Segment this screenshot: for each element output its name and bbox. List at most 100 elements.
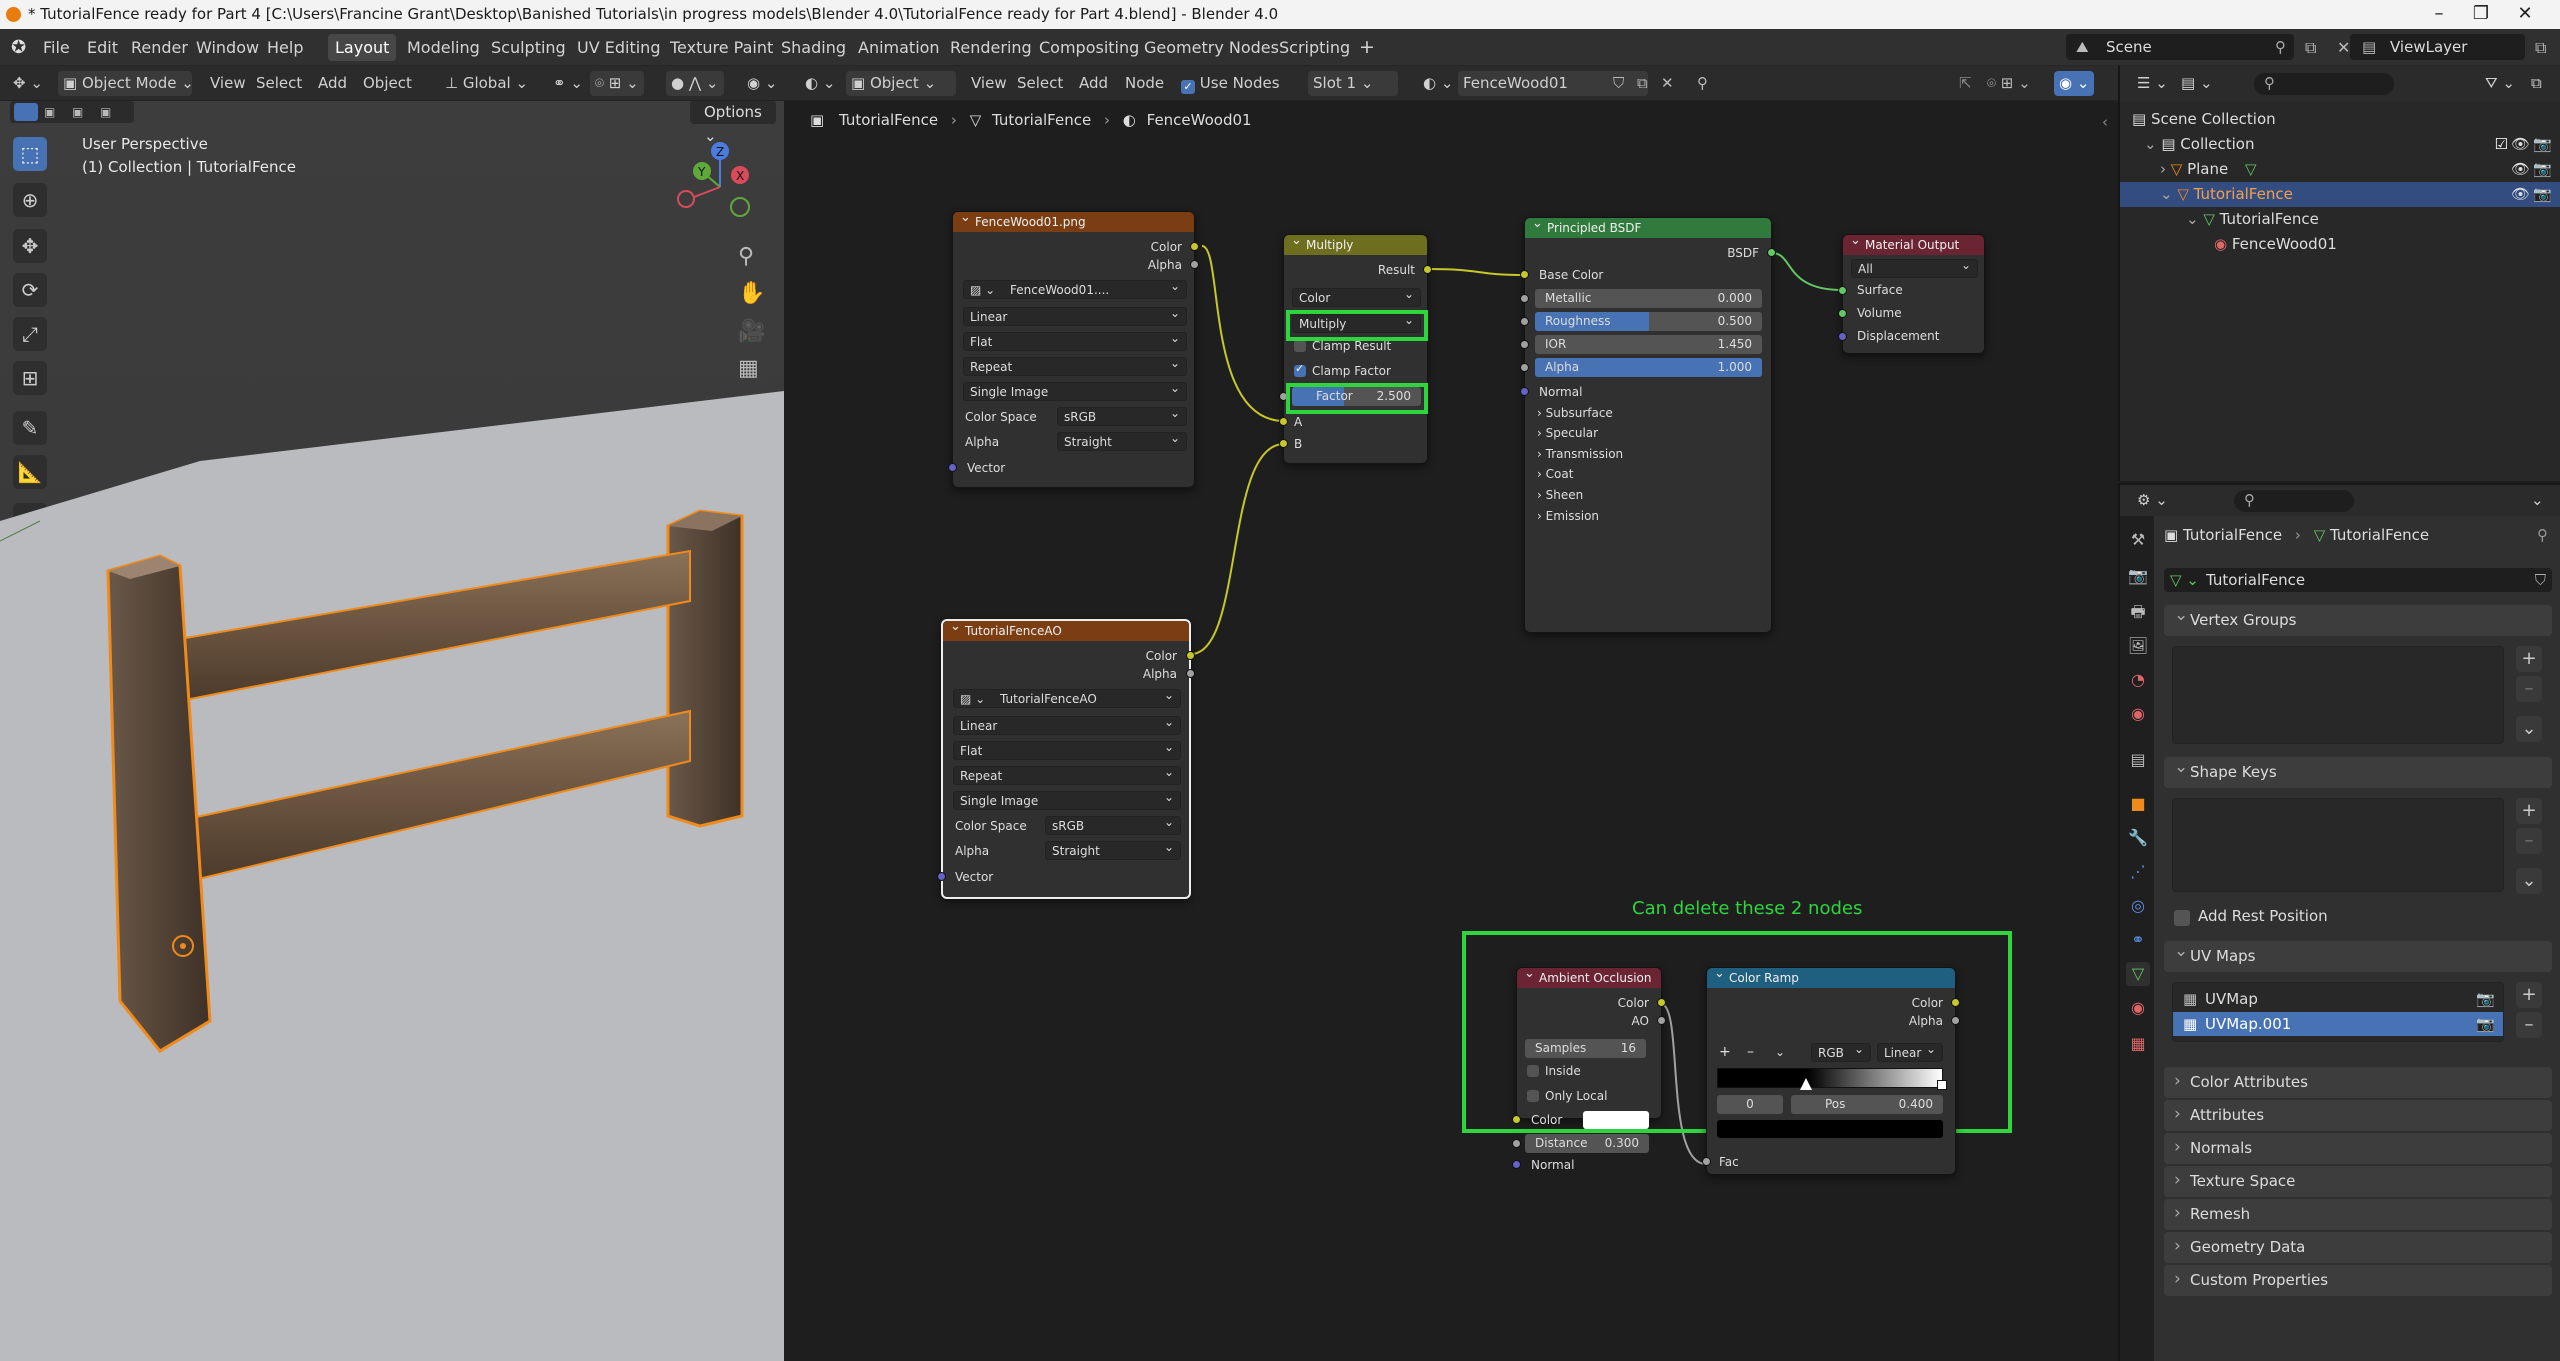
socket-vector-in[interactable] (948, 463, 957, 472)
eye-icon[interactable]: 👁 (2511, 157, 2530, 182)
camera-icon[interactable]: 📷 (2476, 987, 2495, 1011)
panel-custom-properties[interactable]: Custom Properties (2164, 1264, 2552, 1296)
tab-layout[interactable]: Layout (328, 34, 397, 61)
socket-color-out[interactable] (1951, 998, 1960, 1007)
filter-icon[interactable]: ⛛ ⌄ (2480, 71, 2520, 96)
physics-tab-icon[interactable]: ◎ (2126, 894, 2150, 918)
only-local-checkbox[interactable] (1527, 1090, 1539, 1102)
socket-bsdf-out[interactable] (1767, 248, 1776, 257)
node-header[interactable]: FenceWood01.png (953, 212, 1194, 232)
ior-field[interactable]: IOR 1.450 (1535, 335, 1762, 354)
viewport-menu-add[interactable]: Add (313, 71, 352, 96)
tab-rendering[interactable]: Rendering (943, 34, 1039, 61)
socket-color-in[interactable] (1512, 1115, 1521, 1124)
outliner-editor-type-icon[interactable]: ☰ ⌄ (2132, 71, 2173, 96)
display-mode-icon[interactable]: ▤ ⌄ (2176, 71, 2218, 96)
stop-color-swatch[interactable] (1717, 1120, 1943, 1138)
alpha-mode-dropdown[interactable]: Straight (1045, 841, 1181, 860)
orientation-dropdown[interactable]: ⊥ Global ⌄ (440, 71, 540, 96)
camera-icon[interactable]: 📷 (2533, 157, 2552, 182)
tab-shading[interactable]: Shading (774, 34, 853, 61)
socket-alpha-out[interactable] (1190, 260, 1199, 269)
pin-icon[interactable]: ⚲ (2275, 34, 2286, 60)
eye-icon[interactable]: 👁 (2511, 132, 2530, 157)
material-tab-icon[interactable]: ◉ (2126, 996, 2150, 1020)
vertex-groups-list[interactable] (2172, 646, 2504, 744)
close-icon[interactable]: ✕ (2506, 2, 2544, 26)
panel-color-attributes[interactable]: Color Attributes (2164, 1066, 2552, 1098)
fake-user-icon[interactable]: ⛉ (1608, 71, 1629, 96)
constraints-tab-icon[interactable]: ⚭ (2126, 928, 2150, 952)
interpolation-dropdown[interactable]: Linear (963, 307, 1187, 326)
outliner-item-tutorialfence[interactable]: ⌄ ▽ TutorialFence 👁 📷 (2120, 182, 2560, 207)
shape-key-menu-icon[interactable]: ⌄ (2516, 868, 2542, 894)
extension-dropdown[interactable]: Repeat (963, 357, 1187, 376)
texture-tab-icon[interactable]: ▦ (2126, 1032, 2150, 1056)
section-transmission[interactable]: › Transmission (1537, 445, 1623, 463)
panel-geometry-data[interactable]: Geometry Data (2164, 1231, 2552, 1263)
outliner-item-material[interactable]: ◉ FenceWood01 (2120, 232, 2560, 257)
tab-scripting[interactable]: Scripting (1272, 34, 1357, 61)
data-type-dropdown[interactable]: Color (1292, 288, 1421, 307)
socket-a-in[interactable] (1279, 417, 1288, 426)
material-browse-icon[interactable]: ◐ ⌄ (1418, 71, 1458, 96)
node-header[interactable]: Ambient Occlusion (1517, 968, 1661, 988)
pivot-icon[interactable]: ⚭ ⌄ (548, 71, 588, 96)
camera-icon[interactable]: 📷 (2476, 1012, 2495, 1036)
duplicate-material-icon[interactable]: ⧉ (1632, 71, 1653, 96)
data-tab-icon[interactable]: ▽ (2126, 962, 2150, 986)
use-nodes-toggle[interactable]: ✓ Use Nodes (1176, 71, 1285, 96)
new-collection-icon[interactable]: ⧉ (2526, 71, 2547, 96)
clamp-factor-checkbox[interactable] (1294, 362, 1306, 377)
node-ambient-occlusion[interactable]: Ambient Occlusion Color AO Samples 16 In… (1512, 967, 1666, 1172)
properties-editor-type-icon[interactable]: ⚙ ⌄ (2132, 488, 2173, 513)
menu-edit[interactable]: Edit (80, 34, 125, 61)
add-vertex-group-icon[interactable]: + (2516, 646, 2542, 672)
viewport-menu-view[interactable]: View (205, 71, 251, 96)
pin-material-icon[interactable]: ⚲ (1692, 71, 1713, 96)
socket-result-out[interactable] (1423, 265, 1432, 274)
socket-alpha-out[interactable] (1186, 669, 1195, 678)
node-image-texture-ao[interactable]: TutorialFenceAO Color Alpha ▨ ⌄ Tutorial… (937, 619, 1195, 899)
tab-compositing[interactable]: Compositing (1032, 34, 1146, 61)
node-header[interactable]: Principled BSDF (1525, 218, 1771, 238)
extension-dropdown[interactable]: Repeat (953, 766, 1181, 785)
section-coat[interactable]: › Coat (1537, 465, 1573, 483)
uv-map-item[interactable]: ▦ UVMap 📷 (2173, 987, 2503, 1011)
socket-surface-in[interactable] (1838, 286, 1847, 295)
socket-fac-in[interactable] (1702, 1157, 1711, 1166)
socket-normal-in[interactable] (1520, 387, 1529, 396)
projection-dropdown[interactable]: Flat (963, 332, 1187, 351)
view-layer-selector[interactable]: ▤ ViewLayer (2350, 34, 2525, 60)
tab-sculpting[interactable]: Sculpting (484, 34, 573, 61)
interpolation-dropdown[interactable]: Linear (953, 716, 1181, 735)
panel-attributes[interactable]: Attributes (2164, 1099, 2552, 1131)
blender-menu-icon[interactable]: ✪ (4, 34, 33, 61)
source-dropdown[interactable]: Single Image (963, 382, 1187, 401)
scene-selector[interactable]: ⛰ Scene ⚲ (2066, 34, 2294, 60)
add-workspace-icon[interactable]: + (1352, 34, 1382, 61)
node-editor[interactable]: ▣ TutorialFence › ▽ TutorialFence › ◐ Fe… (784, 101, 2118, 1361)
scene-tab-icon[interactable]: ◔ (2126, 668, 2150, 692)
panel-shape-keys[interactable]: Shape Keys (2164, 752, 2552, 788)
outliner-item-tutorialfence-mesh[interactable]: ⌄ ▽ TutorialFence (2120, 207, 2560, 232)
samples-field[interactable]: Samples 16 (1525, 1039, 1646, 1058)
editor-type-icon[interactable]: ✥ ⌄ (8, 71, 48, 96)
node-menu-add[interactable]: Add (1074, 71, 1113, 96)
node-header[interactable]: TutorialFenceAO (943, 621, 1189, 641)
add-stop-icon[interactable]: + (1719, 1043, 1731, 1061)
color-space-dropdown[interactable]: sRGB (1045, 816, 1181, 835)
color-space-dropdown[interactable]: sRGB (1057, 407, 1187, 426)
render-tab-icon[interactable]: 📷 (2126, 564, 2150, 588)
ramp-stop-black[interactable] (1800, 1078, 1812, 1090)
color-mode-dropdown[interactable]: RGB (1811, 1043, 1871, 1062)
pin-icon[interactable]: ⚲ (2537, 526, 2548, 544)
outliner-item-collection[interactable]: ⌄ ▤ Collection ☑ 👁 📷 (2120, 132, 2560, 157)
alpha-mode-dropdown[interactable]: Straight (1057, 432, 1187, 451)
interpolation-dropdown[interactable]: Linear (1877, 1043, 1943, 1062)
slot-dropdown[interactable]: Slot 1 ⌄ (1308, 71, 1398, 96)
node-color-ramp[interactable]: Color Ramp Color Alpha + – ⌄ RGB Linear … (1702, 967, 1960, 1175)
output-tab-icon[interactable]: 🖶 (2126, 600, 2150, 624)
outliner-scene-collection[interactable]: ▤ Scene Collection (2120, 107, 2560, 132)
node-header[interactable]: Material Output (1843, 235, 1984, 255)
